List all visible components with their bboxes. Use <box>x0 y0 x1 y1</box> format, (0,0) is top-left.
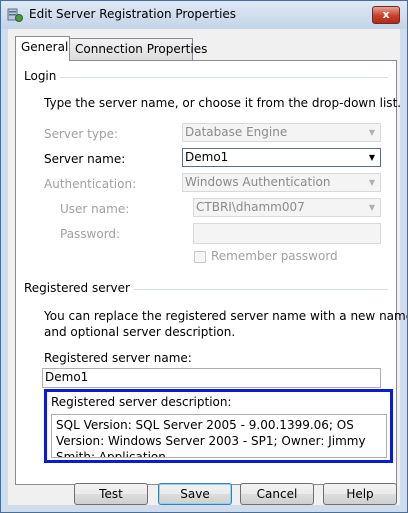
description-highlight-box: Registered server description: SQL Versi… <box>44 389 393 463</box>
dialog-window: Edit Server Registration Properties x Ge… <box>0 0 408 513</box>
server-name-combobox[interactable]: Demo1 ▼ <box>182 148 381 167</box>
registered-server-group-heading: Registered server <box>24 281 130 295</box>
registered-server-name-label: Registered server name: <box>44 351 192 365</box>
user-name-combobox: CTBRI\dhamm007 ▼ <box>193 198 381 217</box>
server-name-value: Demo1 <box>185 150 229 164</box>
registered-instruction-line1: You can replace the registered server na… <box>44 309 408 323</box>
registered-server-group-divider <box>134 289 388 290</box>
authentication-value: Windows Authentication <box>185 175 331 189</box>
authentication-label: Authentication: <box>44 177 137 191</box>
dropdown-arrow-icon[interactable]: ▼ <box>364 149 380 166</box>
close-button[interactable]: x <box>372 6 400 24</box>
window-title: Edit Server Registration Properties <box>29 7 237 21</box>
server-type-dropdown: Database Engine ▼ <box>182 123 381 142</box>
save-button[interactable]: Save <box>158 483 232 505</box>
authentication-dropdown: Windows Authentication ▼ <box>182 173 381 192</box>
dropdown-arrow-icon: ▼ <box>368 178 376 187</box>
tab-general[interactable]: General <box>15 36 70 61</box>
tab-connection-properties[interactable]: Connection Properties <box>69 38 207 60</box>
password-label: Password: <box>60 227 121 241</box>
dropdown-arrow-icon: ▼ <box>368 128 376 137</box>
help-button[interactable]: Help <box>323 483 397 505</box>
login-instruction: Type the server name, or choose it from … <box>44 96 402 110</box>
password-field <box>193 223 381 244</box>
server-name-label: Server name: <box>44 152 126 166</box>
user-name-value: CTBRI\dhamm007 <box>196 200 305 214</box>
login-group-heading: Login <box>24 69 57 83</box>
registered-server-description-label: Registered server description: <box>51 395 232 409</box>
cancel-button[interactable]: Cancel <box>240 483 314 505</box>
registered-server-name-input[interactable]: Demo1 <box>42 368 381 388</box>
title-bar[interactable]: Edit Server Registration Properties x <box>1 1 407 29</box>
server-type-value: Database Engine <box>185 125 288 139</box>
test-button[interactable]: Test <box>74 483 148 505</box>
user-name-label: User name: <box>60 202 130 216</box>
login-group-divider <box>60 77 388 78</box>
dialog-client-area: General Connection Properties Login Type… <box>8 29 407 505</box>
dropdown-arrow-icon: ▼ <box>368 203 376 212</box>
server-type-label: Server type: <box>44 127 119 141</box>
remember-password-label: Remember password <box>211 249 338 263</box>
registered-server-description-textarea[interactable]: SQL Version: SQL Server 2005 - 9.00.1399… <box>51 414 387 458</box>
server-registration-icon <box>7 8 23 22</box>
registered-instruction-line2: and optional server description. <box>44 325 236 339</box>
remember-password-checkbox <box>194 251 206 263</box>
